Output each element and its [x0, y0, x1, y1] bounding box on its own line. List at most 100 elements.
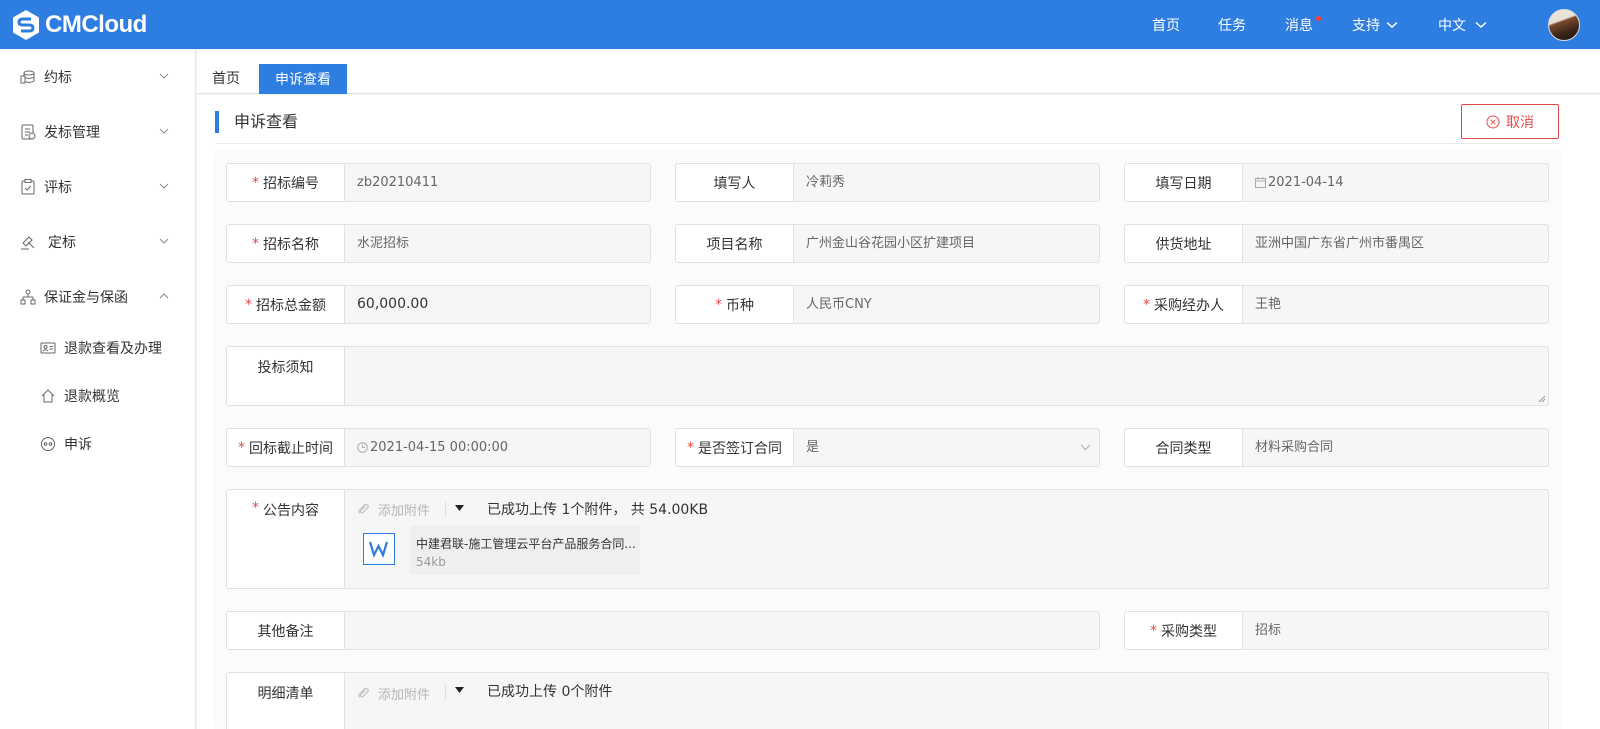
document-list-icon	[21, 124, 36, 140]
home-icon	[41, 389, 55, 403]
field-label: * 回标截止时间	[227, 429, 345, 466]
cancel-button[interactable]: 取消	[1461, 104, 1559, 139]
field-sign-contract: * 是否签订合同 是	[675, 428, 1100, 467]
filler-input[interactable]: 冷莉秀	[806, 164, 845, 201]
chevron-down-icon	[159, 73, 169, 79]
chevron-down-icon	[1386, 21, 1398, 28]
paperclip-icon	[358, 503, 369, 514]
field-notice: 投标须知	[226, 346, 1549, 406]
top-bar: CMCloud 首页 任务 消息 支持 中文	[0, 0, 1600, 49]
sidebar-item-label: 评标	[44, 180, 72, 196]
nav-language[interactable]: 中文	[1438, 0, 1487, 49]
upload-status: 已成功上传 1个附件， 共 54.00KB	[487, 502, 709, 518]
field-label: 项目名称	[676, 225, 794, 262]
field-other-notes: 其他备注	[226, 611, 1100, 650]
field-fill-date: 填写日期 2021-04-14	[1124, 163, 1549, 202]
field-total-amount: * 招标总金额 60,000.00	[226, 285, 651, 324]
resize-handle-icon[interactable]	[1538, 395, 1546, 403]
currency-input[interactable]: 人民币CNY	[806, 286, 872, 323]
nav-language-label: 中文	[1438, 17, 1466, 34]
coins-icon	[20, 70, 35, 84]
field-announcement: * 公告内容 添加附件 已成功上传 1个附件， 共 54.00KB 中建君联-施工…	[226, 489, 1549, 589]
nav-home[interactable]: 首页	[1152, 0, 1180, 49]
chevron-up-icon	[159, 293, 169, 299]
chevron-down-icon[interactable]	[1080, 444, 1091, 451]
field-label: 供货地址	[1125, 225, 1243, 262]
field-label: 合同类型	[1125, 429, 1243, 466]
total-amount-input[interactable]: 60,000.00	[357, 286, 428, 323]
caret-down-icon[interactable]	[455, 687, 464, 693]
bid-no-input[interactable]: zb20210411	[357, 164, 438, 201]
sidebar-item-deposit[interactable]: 保证金与保函	[0, 279, 195, 315]
fill-date-input[interactable]: 2021-04-14	[1255, 164, 1344, 201]
divider	[445, 685, 446, 699]
notice-textarea[interactable]	[357, 347, 1547, 405]
page-title: 申诉查看	[215, 111, 298, 133]
clipboard-check-icon	[21, 179, 35, 195]
field-purchase-type: * 采购类型 招标	[1124, 611, 1549, 650]
sidebar: 约标 发标管理 评标 定标 保证金与保函 退款查看及办理 退款概览 申诉	[0, 49, 196, 729]
add-attachment-button[interactable]: 添加附件	[357, 684, 430, 703]
sidebar-subitem-refund-handle[interactable]: 退款查看及办理	[0, 333, 195, 363]
bid-name-input[interactable]: 水泥招标	[357, 225, 409, 262]
sidebar-subitem-appeal[interactable]: 申诉	[0, 429, 195, 459]
nav-support[interactable]: 支持	[1352, 0, 1398, 49]
user-avatar[interactable]	[1548, 9, 1580, 41]
field-supply-address: 供货地址 亚洲中国广东省广州市番禺区	[1124, 224, 1549, 263]
sidebar-item-label: 保证金与保函	[44, 290, 128, 306]
supply-address-input[interactable]: 亚洲中国广东省广州市番禺区	[1255, 225, 1424, 262]
field-bid-name: * 招标名称 水泥招标	[226, 224, 651, 263]
sign-contract-select[interactable]: 是	[806, 429, 819, 466]
chevron-down-icon	[1475, 21, 1487, 28]
appeal-icon	[41, 437, 55, 451]
sidebar-subitem-label: 退款查看及办理	[64, 341, 162, 357]
field-label: * 是否签订合同	[676, 429, 794, 466]
nav-tasks[interactable]: 任务	[1218, 0, 1246, 49]
attachment-name: 中建君联-施工管理云平台产品服务合同...	[416, 537, 636, 551]
field-label: 填写日期	[1125, 164, 1243, 201]
sidebar-item-fabiao[interactable]: 发标管理	[0, 114, 195, 150]
sidebar-item-label: 发标管理	[44, 125, 100, 141]
add-attachment-button[interactable]: 添加附件	[357, 500, 430, 519]
tab-home[interactable]: 首页	[197, 64, 255, 94]
field-contract-type: 合同类型 材料采购合同	[1124, 428, 1549, 467]
field-label: 其他备注	[227, 612, 345, 649]
clock-icon	[357, 442, 368, 453]
chevron-down-icon	[159, 183, 169, 189]
sidebar-item-pingbiao[interactable]: 评标	[0, 169, 195, 205]
add-attachment-label: 添加附件	[378, 504, 431, 519]
purchaser-input[interactable]: 王艳	[1255, 286, 1281, 323]
notification-dot	[1316, 16, 1321, 21]
sidebar-item-label: 定标	[48, 235, 76, 251]
other-notes-input[interactable]	[357, 612, 1097, 649]
contract-type-input[interactable]: 材料采购合同	[1255, 429, 1333, 466]
attachment-card[interactable]: 中建君联-施工管理云平台产品服务合同... 54kb	[410, 525, 640, 575]
chevron-down-icon	[159, 128, 169, 134]
cancel-label: 取消	[1506, 114, 1534, 131]
caret-down-icon[interactable]	[455, 505, 464, 511]
tab-appeal-view[interactable]: 申诉查看	[259, 64, 347, 94]
field-label: * 招标名称	[227, 225, 345, 262]
purchase-type-input[interactable]: 招标	[1255, 612, 1281, 649]
main-content: 申诉查看 取消 * 招标编号 zb20210411 填写人 冷莉秀 填写日期 20…	[197, 95, 1600, 729]
add-attachment-label: 添加附件	[378, 688, 431, 703]
sidebar-item-yuebiao[interactable]: 约标	[0, 59, 195, 95]
nav-messages[interactable]: 消息	[1285, 0, 1313, 49]
deadline-value[interactable]: 2021-04-15 00:00:00	[357, 429, 508, 466]
org-chart-icon	[20, 289, 36, 305]
nav-support-label: 支持	[1352, 17, 1380, 34]
chevron-down-icon	[159, 238, 169, 244]
appeal-form: * 招标编号 zb20210411 填写人 冷莉秀 填写日期 2021-04-14…	[215, 152, 1560, 729]
divider	[215, 143, 1560, 144]
paperclip-icon	[358, 687, 369, 698]
field-label: * 采购经办人	[1125, 286, 1243, 323]
field-label: * 招标编号	[227, 164, 345, 201]
brand-logo[interactable]: CMCloud	[10, 9, 147, 41]
field-label: * 采购类型	[1125, 612, 1243, 649]
project-name-input[interactable]: 广州金山谷花园小区扩建项目	[806, 225, 975, 262]
attachment-size: 54kb	[416, 555, 446, 569]
tabs-bar: 首页 申诉查看	[197, 49, 1600, 94]
sidebar-item-dingbiao[interactable]: 定标	[0, 224, 195, 260]
field-label: * 公告内容	[227, 490, 345, 588]
sidebar-subitem-refund-overview[interactable]: 退款概览	[0, 381, 195, 411]
